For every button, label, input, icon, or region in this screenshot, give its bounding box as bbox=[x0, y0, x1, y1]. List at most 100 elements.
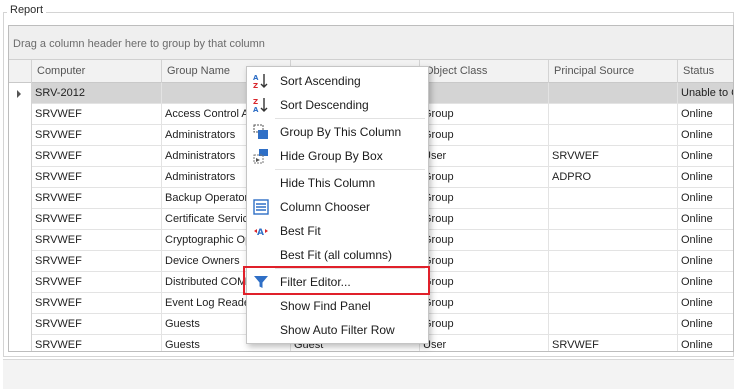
table-cell[interactable] bbox=[549, 125, 678, 146]
table-cell[interactable] bbox=[549, 104, 678, 125]
menu-item-hide-group-by-box[interactable]: Hide Group By Box bbox=[247, 144, 428, 168]
table-cell[interactable]: Group bbox=[420, 272, 549, 293]
svg-text:Z: Z bbox=[253, 82, 258, 89]
table-cell[interactable]: SRVWEF bbox=[32, 251, 162, 272]
table-cell[interactable]: SRVWEF bbox=[32, 293, 162, 314]
menu-item-show-auto-filter-row[interactable]: Show Auto Filter Row bbox=[247, 318, 428, 342]
row-indicator[interactable] bbox=[9, 293, 32, 314]
svg-text:A: A bbox=[257, 228, 264, 238]
row-indicator[interactable] bbox=[9, 104, 32, 125]
table-cell[interactable] bbox=[549, 209, 678, 230]
table-cell[interactable]: Online bbox=[678, 335, 733, 351]
menu-item-hide-column[interactable]: Hide This Column bbox=[247, 171, 428, 195]
menu-item-group-by-column[interactable]: Group By This Column bbox=[247, 120, 428, 144]
table-cell[interactable]: SRVWEF bbox=[32, 125, 162, 146]
row-indicator-header bbox=[9, 60, 32, 83]
table-cell[interactable] bbox=[549, 272, 678, 293]
menu-item-label: Hide This Column bbox=[280, 176, 376, 190]
table-cell[interactable]: SRVWEF bbox=[32, 272, 162, 293]
table-cell[interactable]: SRVWEF bbox=[549, 335, 678, 351]
table-cell[interactable]: Unable to C bbox=[678, 83, 733, 104]
menu-item-show-find-panel[interactable]: Show Find Panel bbox=[247, 294, 428, 318]
table-cell[interactable]: Online bbox=[678, 125, 733, 146]
best-fit-icon: A bbox=[253, 223, 269, 239]
table-cell[interactable]: Group bbox=[420, 251, 549, 272]
table-cell[interactable]: Online bbox=[678, 146, 733, 167]
menu-item-label: Hide Group By Box bbox=[280, 149, 383, 163]
table-cell[interactable] bbox=[549, 83, 678, 104]
row-indicator[interactable] bbox=[9, 83, 32, 104]
table-cell[interactable]: SRV-2012 bbox=[32, 83, 162, 104]
table-cell[interactable]: Group bbox=[420, 104, 549, 125]
menu-item-label: Sort Ascending bbox=[280, 74, 361, 88]
sort-descending-icon: ZA bbox=[253, 97, 269, 114]
column-chooser-icon bbox=[253, 199, 269, 215]
row-indicator[interactable] bbox=[9, 314, 32, 335]
table-cell[interactable]: Online bbox=[678, 272, 733, 293]
table-cell[interactable]: Group bbox=[420, 314, 549, 335]
menu-item-label: Column Chooser bbox=[280, 200, 371, 214]
table-cell[interactable]: User bbox=[420, 335, 549, 351]
current-row-arrow-icon bbox=[17, 90, 21, 98]
row-indicator[interactable] bbox=[9, 146, 32, 167]
table-cell[interactable]: SRVWEF bbox=[32, 167, 162, 188]
group-by-panel[interactable]: Drag a column header here to group by th… bbox=[9, 26, 733, 60]
table-cell[interactable]: Group bbox=[420, 230, 549, 251]
row-indicator[interactable] bbox=[9, 167, 32, 188]
table-cell[interactable]: Online bbox=[678, 188, 733, 209]
menu-item-sort-descending[interactable]: ZA Sort Descending bbox=[247, 93, 428, 117]
menu-item-label: Group By This Column bbox=[280, 125, 402, 139]
row-indicator[interactable] bbox=[9, 230, 32, 251]
row-indicator[interactable] bbox=[9, 251, 32, 272]
table-cell[interactable]: SRVWEF bbox=[32, 230, 162, 251]
table-cell[interactable]: SRVWEF bbox=[32, 104, 162, 125]
filter-editor-highlight bbox=[243, 266, 430, 295]
table-cell[interactable]: Online bbox=[678, 104, 733, 125]
table-cell[interactable]: Online bbox=[678, 293, 733, 314]
table-cell[interactable]: Online bbox=[678, 167, 733, 188]
table-cell[interactable] bbox=[549, 188, 678, 209]
column-header-object-class[interactable]: Object Class bbox=[420, 60, 549, 83]
row-indicator[interactable] bbox=[9, 188, 32, 209]
column-header-status[interactable]: Status bbox=[678, 60, 733, 83]
table-cell[interactable]: Online bbox=[678, 314, 733, 335]
svg-text:Z: Z bbox=[253, 98, 258, 106]
table-cell[interactable]: Group bbox=[420, 209, 549, 230]
table-cell[interactable] bbox=[549, 314, 678, 335]
column-header-principal-source[interactable]: Principal Source bbox=[549, 60, 678, 83]
table-cell[interactable]: SRVWEF bbox=[32, 335, 162, 351]
row-indicator[interactable] bbox=[9, 125, 32, 146]
menu-item-best-fit[interactable]: A Best Fit bbox=[247, 219, 428, 243]
table-cell[interactable]: User bbox=[420, 146, 549, 167]
column-header-computer[interactable]: Computer bbox=[32, 60, 162, 83]
table-cell[interactable]: Online bbox=[678, 230, 733, 251]
table-cell[interactable] bbox=[549, 251, 678, 272]
row-indicator[interactable] bbox=[9, 209, 32, 230]
table-cell[interactable]: SRVWEF bbox=[549, 146, 678, 167]
table-cell[interactable]: SRVWEF bbox=[32, 209, 162, 230]
menu-item-label: Show Auto Filter Row bbox=[280, 323, 395, 337]
menu-item-sort-ascending[interactable]: AZ Sort Ascending bbox=[247, 69, 428, 93]
menu-item-column-chooser[interactable]: Column Chooser bbox=[247, 195, 428, 219]
table-cell[interactable] bbox=[420, 83, 549, 104]
row-indicator[interactable] bbox=[9, 272, 32, 293]
table-cell[interactable]: Group bbox=[420, 188, 549, 209]
table-cell[interactable] bbox=[549, 230, 678, 251]
table-cell[interactable]: ADPRO bbox=[549, 167, 678, 188]
row-indicator[interactable] bbox=[9, 335, 32, 351]
column-context-menu: AZ Sort Ascending ZA Sort Descending Gro… bbox=[246, 66, 429, 344]
bottom-status-strip bbox=[3, 359, 734, 389]
table-cell[interactable]: Online bbox=[678, 251, 733, 272]
table-cell[interactable]: SRVWEF bbox=[32, 314, 162, 335]
table-cell[interactable]: Group bbox=[420, 167, 549, 188]
table-cell[interactable] bbox=[549, 293, 678, 314]
menu-item-best-fit-all[interactable]: Best Fit (all columns) bbox=[247, 243, 428, 267]
menu-item-label: Best Fit bbox=[280, 224, 321, 238]
table-cell[interactable]: Online bbox=[678, 209, 733, 230]
menu-item-label: Best Fit (all columns) bbox=[280, 248, 393, 262]
table-cell[interactable]: SRVWEF bbox=[32, 188, 162, 209]
table-cell[interactable]: SRVWEF bbox=[32, 146, 162, 167]
table-cell[interactable]: Group bbox=[420, 125, 549, 146]
report-title: Report bbox=[7, 4, 47, 16]
table-cell[interactable]: Group bbox=[420, 293, 549, 314]
